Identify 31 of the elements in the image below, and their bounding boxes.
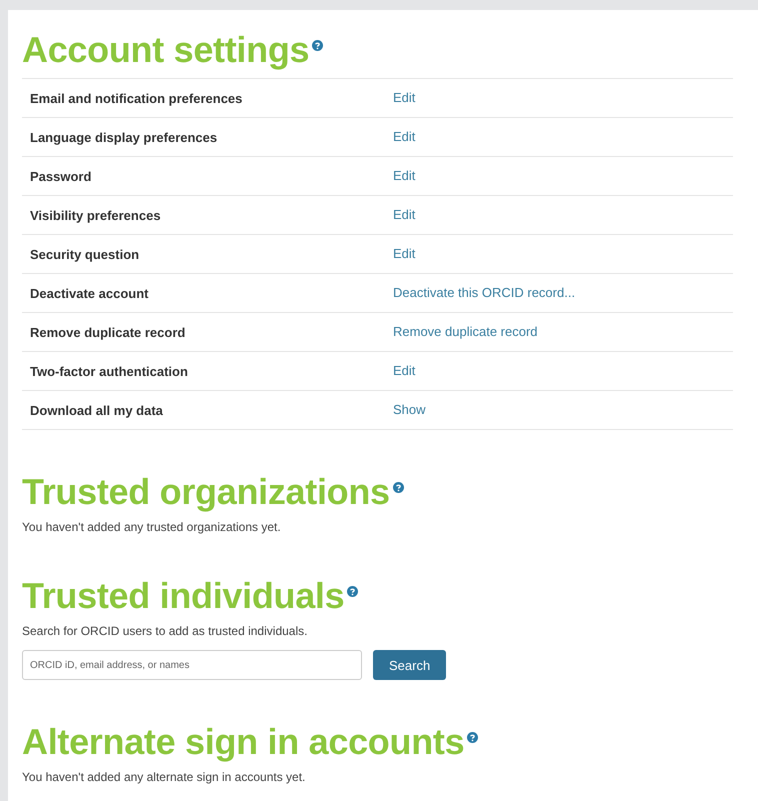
setting-label: Email and notification preferences xyxy=(30,90,244,106)
section-heading: Trusted individuals xyxy=(22,574,344,618)
setting-link[interactable]: Edit xyxy=(393,246,416,261)
setting-link[interactable]: Remove duplicate record xyxy=(393,324,538,339)
setting-label: Visibility preferences xyxy=(30,208,162,222)
setting-label: Deactivate account xyxy=(30,286,150,300)
setting-link[interactable]: Edit xyxy=(393,129,416,144)
section-heading: Account settings xyxy=(22,28,310,72)
section-text: You haven't added any trusted organizations yet. xyxy=(22,520,282,534)
setting-link[interactable]: Show xyxy=(393,402,426,417)
section-heading: Trusted organizations xyxy=(22,470,390,514)
setting-link[interactable]: Edit xyxy=(393,168,416,183)
setting-label: Remove duplicate record xyxy=(30,324,186,340)
help-icon[interactable] xyxy=(312,40,324,51)
setting-link[interactable]: Deactivate this ORCID record... xyxy=(393,285,576,300)
setting-link[interactable]: Edit xyxy=(393,363,416,378)
help-icon[interactable] xyxy=(347,586,358,597)
help-icon[interactable] xyxy=(467,732,478,743)
search-field[interactable]: ORCID iD, email address, or names xyxy=(22,650,362,680)
setting-link[interactable]: Edit xyxy=(393,90,416,105)
section-text: Search for ORCID users to add as trusted individuals. xyxy=(22,624,308,638)
setting-label: Download all my data xyxy=(30,402,164,418)
setting-label: Language display preferences xyxy=(30,130,218,144)
setting-link[interactable]: Edit xyxy=(393,207,416,222)
help-icon[interactable] xyxy=(392,482,404,493)
setting-label: Password xyxy=(30,168,92,184)
setting-label: Security question xyxy=(30,246,140,262)
setting-label: Two-factor authentication xyxy=(30,364,189,378)
search-button[interactable]: Search xyxy=(373,650,446,680)
section-heading: Alternate sign in accounts xyxy=(22,720,464,764)
section-text: You haven't added any alternate sign in accounts yet. xyxy=(22,770,306,784)
